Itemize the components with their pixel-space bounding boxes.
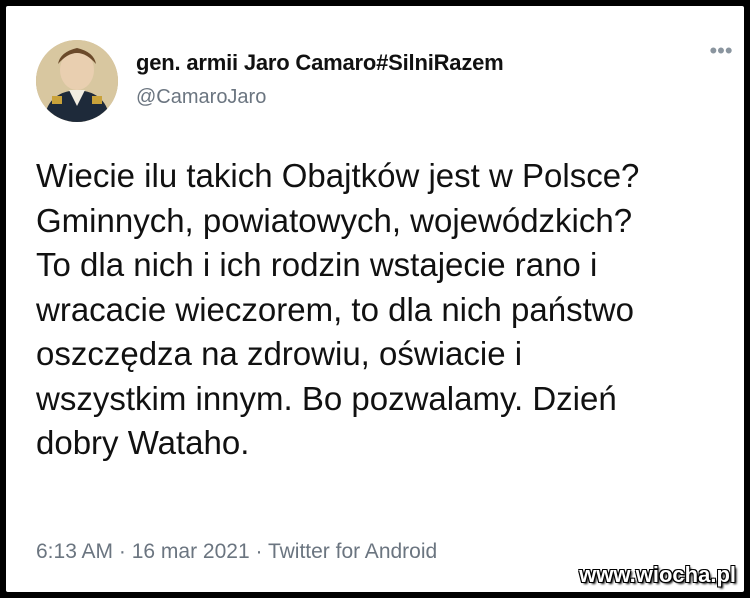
tweet-date[interactable]: 16 mar 2021 [132,540,250,563]
watermark: www.wiocha.pl [579,562,736,587]
tweet-time[interactable]: 6:13 AM [36,540,113,563]
tweet-source[interactable]: Twitter for Android [268,540,437,563]
avatar[interactable] [36,40,118,122]
tweet-text: Wiecie ilu takich Obajtków jest w Polsce… [36,157,640,461]
portrait-image [36,40,118,122]
display-name[interactable]: gen. armii Jaro Camaro#SilniRazem [136,50,504,76]
more-horizontal-icon[interactable]: ••• [706,40,736,64]
tweet-meta: 6:13 AM · 16 mar 2021 · Twitter for Andr… [36,540,437,564]
tweet-card: gen. armii Jaro Camaro#SilniRazem @Camar… [6,6,744,592]
user-handle[interactable]: @CamaroJaro [136,86,266,109]
meta-separator: · [255,540,268,563]
meta-separator: · [118,540,132,563]
